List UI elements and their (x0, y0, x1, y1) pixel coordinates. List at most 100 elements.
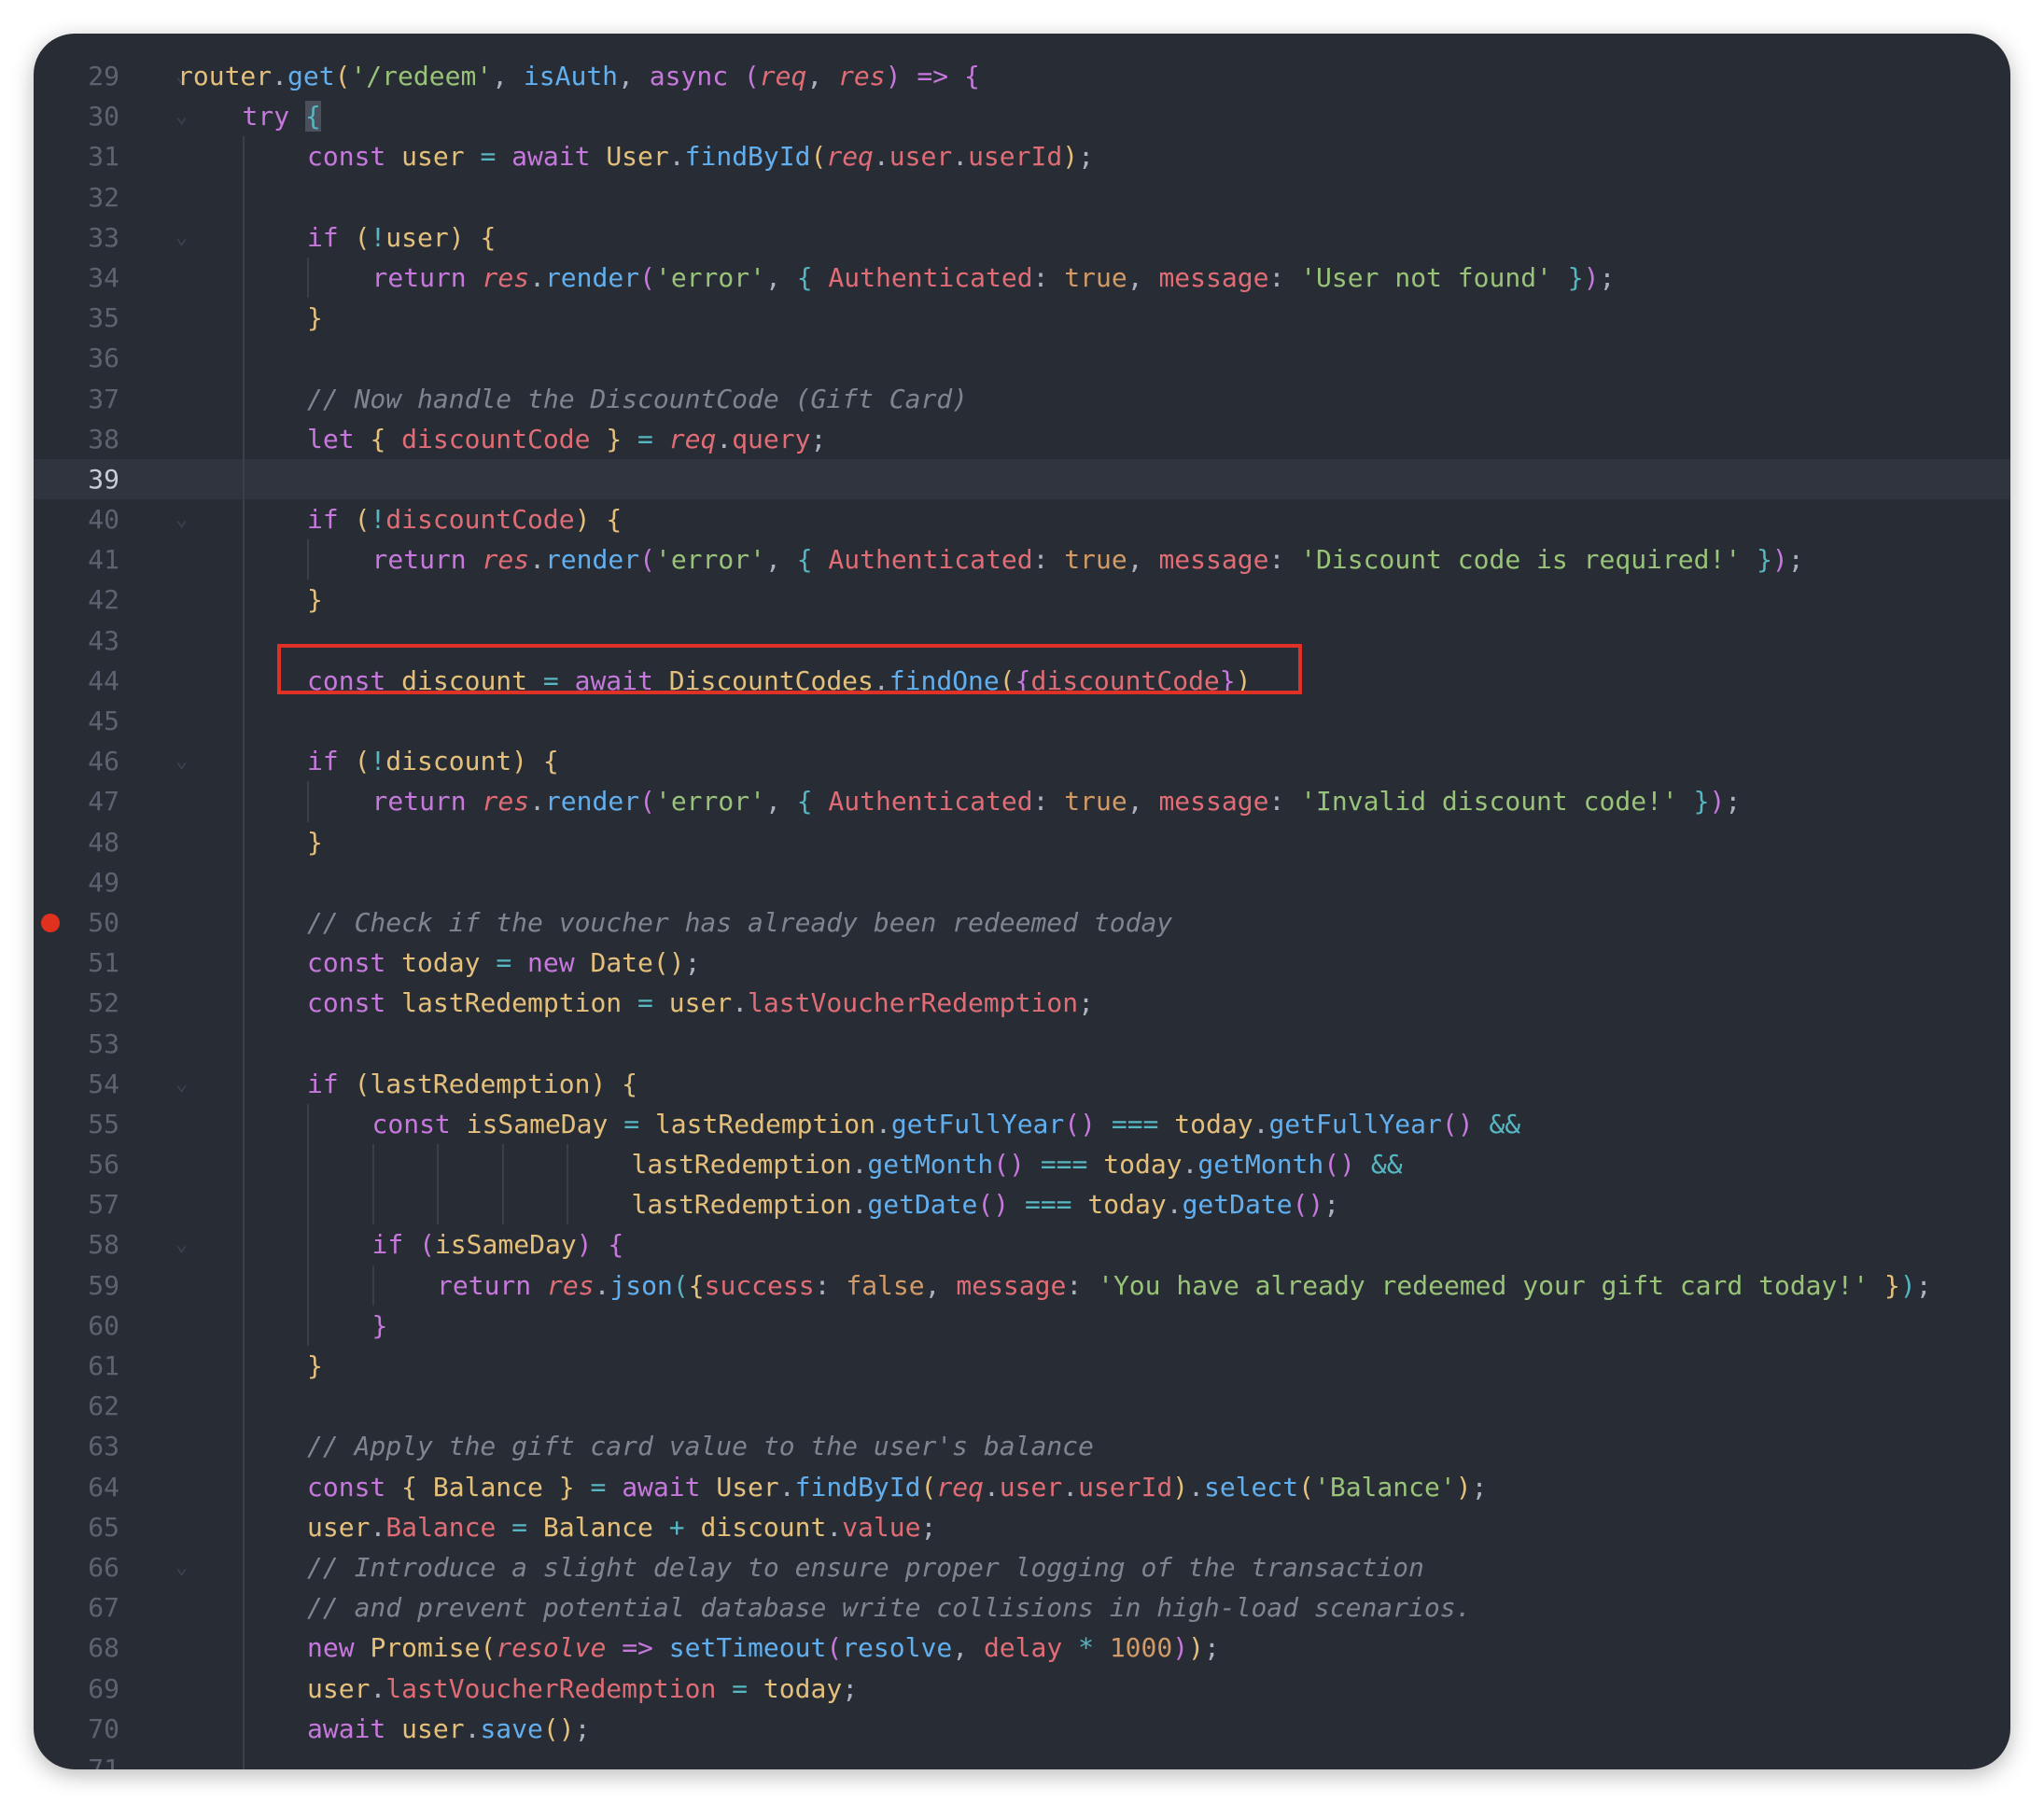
line-number[interactable]: 33 (34, 217, 119, 258)
code-line[interactable]: 35} (34, 298, 2010, 339)
line-number[interactable]: 70 (34, 1709, 119, 1749)
line-number[interactable]: 52 (34, 983, 119, 1023)
line-number[interactable]: 36 (34, 338, 119, 378)
line-number[interactable]: 41 (34, 539, 119, 580)
line-number[interactable]: 42 (34, 580, 119, 620)
line-number[interactable]: 60 (34, 1306, 119, 1346)
code-line[interactable]: 49 (34, 861, 2010, 902)
fold-chevron-icon[interactable]: ⌄ (175, 217, 188, 258)
code-line[interactable]: 65 user.Balance = Balance + discount.valu… (34, 1506, 2010, 1547)
line-number[interactable]: 56 (34, 1144, 119, 1184)
code-line[interactable]: 48} (34, 821, 2010, 862)
line-number[interactable]: 37 (34, 379, 119, 419)
code-line[interactable]: 51 const today = new Date(); (34, 943, 2010, 984)
line-number[interactable]: 38 (34, 419, 119, 459)
code-token: . (1182, 1149, 1198, 1181)
line-number[interactable]: 54 (34, 1064, 119, 1104)
line-number[interactable]: 29 (34, 56, 119, 96)
code-line[interactable]: 71 (34, 1748, 2010, 1769)
code-line[interactable]: 54 ⌄ if (lastRedemption) { (34, 1063, 2010, 1104)
fold-chevron-icon[interactable]: ⌄ (175, 1064, 188, 1104)
fold-chevron-icon[interactable]: ⌄ (175, 1224, 188, 1265)
line-number[interactable]: 66 (34, 1547, 119, 1587)
line-number[interactable]: 50 (34, 902, 119, 943)
line-number[interactable]: 34 (34, 258, 119, 298)
code-line[interactable]: 30 ⌄ try { (34, 96, 2010, 136)
line-number[interactable]: 44 (34, 661, 119, 701)
code-line[interactable]: 63 // Apply the gift card value to the us… (34, 1426, 2010, 1467)
code-token: message (956, 1269, 1067, 1301)
line-number[interactable]: 64 (34, 1467, 119, 1507)
line-number[interactable]: 46 (34, 741, 119, 781)
code-line[interactable]: 36 (34, 338, 2010, 379)
code-line[interactable]: 38 let { discountCode } = req.query; (34, 418, 2010, 459)
code-line[interactable]: 44 const discount = await DiscountCodes.f… (34, 660, 2010, 701)
fold-chevron-icon[interactable]: ⌄ (175, 1547, 188, 1587)
code-token: discountCode (385, 504, 575, 536)
line-number[interactable]: 43 (34, 621, 119, 661)
line-number[interactable]: 71 (34, 1749, 119, 1769)
code-line[interactable]: 33 ⌄ if (!user) { (34, 217, 2010, 258)
line-number[interactable]: 35 (34, 298, 119, 338)
code-line[interactable]: 40 ⌄ if (!discountCode) { (34, 499, 2010, 540)
code-area[interactable]: 29 ⌄ router.get('/redeem', isAuth, async (… (34, 56, 2010, 1769)
line-number[interactable]: 59 (34, 1265, 119, 1306)
fold-chevron-icon[interactable]: ⌄ (175, 96, 188, 136)
line-number[interactable]: 45 (34, 701, 119, 741)
line-number[interactable]: 30 (34, 96, 119, 136)
line-number[interactable]: 65 (34, 1507, 119, 1547)
line-number[interactable]: 39 (34, 459, 119, 499)
code-line[interactable]: 34 return res.render('error', { Authentic… (34, 257, 2010, 299)
line-number[interactable]: 62 (34, 1386, 119, 1426)
line-number[interactable]: 69 (34, 1669, 119, 1709)
code-line[interactable]: 70 await user.save(); (34, 1708, 2010, 1749)
line-number[interactable]: 68 (34, 1628, 119, 1668)
code-line[interactable]: 64 const { Balance } = await User.findByI… (34, 1466, 2010, 1507)
code-line[interactable]: 37 // Now handle the DiscountCode (Gift C… (34, 378, 2010, 419)
code-line[interactable]: 31 const user = await User.findById(req.u… (34, 136, 2010, 177)
line-number[interactable]: 40 (34, 499, 119, 539)
code-line[interactable]: 53 (34, 1023, 2010, 1064)
line-number[interactable]: 55 (34, 1104, 119, 1144)
code-line[interactable]: 56 lastRedemption.getMonth() === today.ge… (34, 1144, 2010, 1185)
line-number[interactable]: 47 (34, 781, 119, 821)
line-number[interactable]: 31 (34, 136, 119, 176)
code-token: today (1174, 1108, 1253, 1139)
code-line[interactable]: 69 user.lastVoucherRedemption = today; (34, 1668, 2010, 1709)
code-line[interactable]: 55 const isSameDay = lastRedemption.getFu… (34, 1103, 2010, 1145)
code-line[interactable]: 68 new Promise(resolve => setTimeout(reso… (34, 1628, 2010, 1669)
line-number[interactable]: 51 (34, 943, 119, 983)
code-line[interactable]: 32 (34, 176, 2010, 217)
line-number[interactable]: 67 (34, 1587, 119, 1628)
line-number[interactable]: 63 (34, 1426, 119, 1466)
code-line[interactable]: 66 ⌄ // Introduce a slight delay to ensure… (34, 1546, 2010, 1588)
code-line[interactable]: 57 lastRedemption.getDate() === today.get… (34, 1184, 2010, 1225)
fold-chevron-icon[interactable]: ⌄ (175, 741, 188, 781)
code-line[interactable]: 60} (34, 1305, 2010, 1346)
code-line[interactable]: 45 (34, 701, 2010, 742)
code-line[interactable]: 50 // Check if the voucher has already be… (34, 902, 2010, 943)
line-number[interactable]: 57 (34, 1184, 119, 1224)
code-line[interactable]: 43 (34, 620, 2010, 661)
code-line[interactable]: 41 return res.render('error', { Authentic… (34, 539, 2010, 580)
line-number[interactable]: 61 (34, 1346, 119, 1386)
code-line[interactable]: 59 return res.json({success: false, messa… (34, 1265, 2010, 1306)
code-line[interactable]: 58 ⌄ if (isSameDay) { (34, 1224, 2010, 1265)
line-number[interactable]: 58 (34, 1224, 119, 1265)
code-line[interactable]: 67 // and prevent potential database writ… (34, 1587, 2010, 1628)
code-line[interactable]: 52 const lastRedemption = user.lastVouche… (34, 983, 2010, 1024)
code-line[interactable]: 46 ⌄ if (!discount) { (34, 741, 2010, 782)
fold-chevron-icon[interactable]: ⌄ (175, 499, 188, 539)
line-number[interactable]: 32 (34, 177, 119, 217)
code-line[interactable]: 47 return res.render('error', { Authentic… (34, 781, 2010, 822)
line-number[interactable]: 48 (34, 822, 119, 862)
code-line[interactable]: 29 ⌄ router.get('/redeem', isAuth, async (… (34, 56, 2010, 96)
code-line[interactable]: 42} (34, 580, 2010, 621)
code-line[interactable]: 62 (34, 1386, 2010, 1427)
code-line[interactable]: 39 (34, 458, 2010, 500)
line-number[interactable]: 53 (34, 1024, 119, 1064)
line-number[interactable]: 49 (34, 862, 119, 902)
code-line[interactable]: 61} (34, 1346, 2010, 1387)
